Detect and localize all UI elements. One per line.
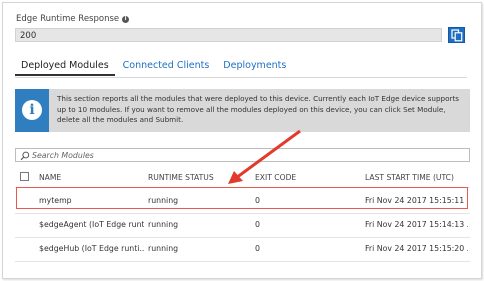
edge-runtime-response-text: Edge Runtime Response xyxy=(16,14,120,24)
select-all-checkbox[interactable] xyxy=(20,172,29,181)
notice-icon-block: i xyxy=(15,89,49,132)
module-status: running xyxy=(148,220,179,229)
highlight-box xyxy=(16,187,468,209)
module-exit-code: 0 xyxy=(255,220,260,229)
edge-runtime-response-label: Edge Runtime Response i xyxy=(16,14,130,24)
edge-device-panel: Edge Runtime Response i 200 Deployed Mod… xyxy=(2,2,482,279)
module-start-time: Fri Nov 24 2017 15:15:20 ... xyxy=(365,244,468,253)
header-exit-code[interactable]: EXIT CODE xyxy=(255,173,355,182)
header-last-start-time[interactable]: LAST START TIME (UTC) xyxy=(365,173,468,182)
table-row[interactable]: $edgeHub (IoT Edge runti... running 0 Fr… xyxy=(15,238,470,260)
module-name[interactable]: $edgeAgent (IoT Edge runti... xyxy=(39,220,144,229)
search-box[interactable] xyxy=(15,148,470,162)
module-exit-code: 0 xyxy=(255,244,260,253)
notice-text: This section reports all the modules tha… xyxy=(57,94,460,124)
module-name[interactable]: $edgeHub (IoT Edge runti... xyxy=(39,244,144,253)
search-input[interactable] xyxy=(32,149,452,161)
info-icon: i xyxy=(22,100,42,120)
header-runtime-status[interactable]: RUNTIME STATUS xyxy=(148,173,248,182)
copy-button[interactable] xyxy=(448,27,465,43)
table-header: NAME RUNTIME STATUS EXIT CODE LAST START… xyxy=(15,169,470,185)
module-status: running xyxy=(148,244,179,253)
info-notice: i This section reports all the modules t… xyxy=(15,89,470,132)
header-name[interactable]: NAME xyxy=(39,173,144,182)
tab-connected-clients[interactable]: Connected Clients xyxy=(117,58,216,76)
tab-deployments[interactable]: Deployments xyxy=(217,58,292,76)
module-start-time: Fri Nov 24 2017 15:14:13 ... xyxy=(365,220,468,229)
edge-runtime-response-field[interactable]: 200 xyxy=(15,28,442,42)
copy-icon xyxy=(451,29,463,42)
tab-deployed-modules[interactable]: Deployed Modules xyxy=(15,58,115,76)
search-icon xyxy=(20,151,30,161)
table-row[interactable]: $edgeAgent (IoT Edge runti... running 0 … xyxy=(15,214,470,236)
tabs-divider xyxy=(15,77,467,78)
module-tabs: Deployed Modules Connected Clients Deplo… xyxy=(15,58,294,76)
info-icon[interactable]: i xyxy=(122,15,130,23)
row-divider xyxy=(15,261,470,262)
